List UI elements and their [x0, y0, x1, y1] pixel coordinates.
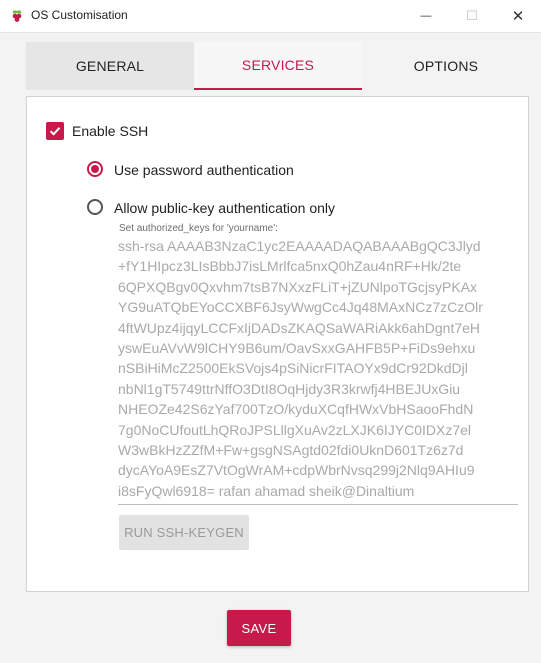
authorized-key-line: ssh-rsa AAAAB3NzaC1yc2EAAAADAQABAAABgQC3…	[118, 238, 481, 254]
run-ssh-keygen-button: RUN SSH-KEYGEN	[119, 515, 249, 550]
authorized-key-line: 6QPXQBgv0Qxvhm7tsB7NXxzFLiT+jZUNlpoTGcjs…	[118, 278, 478, 295]
authorized-key-line: 7g0NoCUfoutLhQRoJPSLllgXuAv2zLXJK6IJYC0I…	[118, 421, 472, 438]
title-bar: OS Customisation — ☐ ✕	[0, 0, 541, 33]
authorized-key-line: i8sFyQwl6918= rafan ahamad sheik@Dinalti…	[118, 482, 415, 499]
authorized-key-line: YG9uATQbEYoCCXBF6JsyWwgCc4Jq48MAxNCz7zCz…	[118, 299, 483, 316]
tab-services[interactable]: SERVICES	[194, 42, 362, 90]
password-auth-label: Use password authentication	[114, 162, 294, 178]
authorized-keys-label: Set authorized_keys for 'yourname':	[119, 223, 278, 234]
save-button[interactable]: SAVE	[227, 610, 291, 646]
authorized-key-line: 4ftWUpz4ijqyLCCFxIjDADsZKAQSaWARiAkk6ahD…	[118, 319, 481, 336]
maximize-icon: ☐	[466, 8, 478, 23]
authorized-key-line: NHEOZe42S6zYaf700TzO/kyduXCqfHWxVbHSaooF…	[118, 401, 474, 418]
authorized-key-line: +fY1HIpcz3LIsBbbJ7isLMrlfca5nxQ0hZau4nRF…	[118, 258, 462, 275]
public-key-auth-label: Allow public-key authentication only	[114, 200, 336, 216]
tab-options[interactable]: OPTIONS	[362, 42, 530, 90]
password-auth-radio[interactable]	[87, 161, 103, 177]
public-key-auth-radio[interactable]	[87, 199, 103, 215]
authorized-keys-field[interactable]: ssh-rsa AAAAB3NzaC1yc2EAAAADAQABAAABgQC3…	[118, 236, 520, 501]
window-title: OS Customisation	[31, 8, 128, 22]
tab-bar: GENERAL SERVICES OPTIONS	[26, 42, 530, 90]
authorized-key-line: nbNl1gT5749ttrNffO3DtI8OqHjdy3R3krwfj4HB…	[118, 380, 461, 397]
minimize-button[interactable]: —	[403, 0, 449, 32]
enable-ssh-checkbox[interactable]	[46, 122, 64, 140]
close-button[interactable]: ✕	[495, 0, 541, 32]
maximize-button: ☐	[449, 0, 495, 32]
minimize-icon: —	[420, 10, 432, 22]
tab-general[interactable]: GENERAL	[26, 42, 194, 90]
authorized-key-line: W3wBkHzZZfM+Fw+gsgNSAgtd02fdi0UknD601Tz6…	[118, 442, 464, 459]
authorized-keys-underline	[118, 504, 518, 505]
enable-ssh-label: Enable SSH	[72, 123, 149, 139]
services-panel: Enable SSH Use password authentication A…	[26, 96, 529, 592]
close-icon: ✕	[511, 8, 525, 25]
raspberry-pi-app-icon	[12, 10, 22, 22]
authorized-key-line: yswEuAVvW9lCHY9B6um/OavSxxGAHFB5P+FiDs9e…	[118, 340, 476, 357]
checkmark-icon	[49, 127, 61, 136]
authorized-key-line: nSBiHiMcZ2500EkSVojs4pSiNicrFITAOYx9dCr9…	[118, 360, 468, 377]
authorized-key-line: dycAYoA9EsZ7VtOgWrAM+cdpWbrNvsq299j2Nlq9…	[118, 462, 475, 479]
